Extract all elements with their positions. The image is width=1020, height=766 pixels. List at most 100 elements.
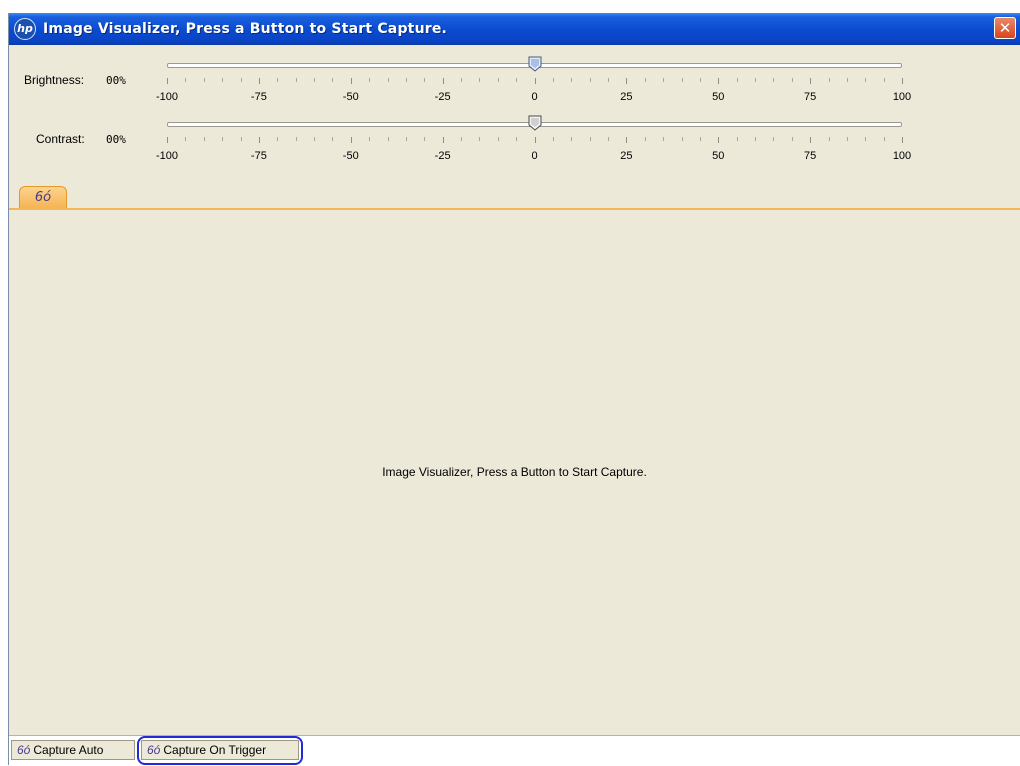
slider-tick bbox=[718, 78, 720, 84]
slider-tick bbox=[736, 137, 738, 141]
slider-tick-label: -25 bbox=[434, 150, 451, 162]
slider-tick bbox=[369, 78, 371, 82]
slider-tick bbox=[277, 78, 279, 82]
slider-tick bbox=[167, 137, 168, 143]
slider-tick bbox=[828, 137, 830, 141]
slider-tick bbox=[571, 137, 573, 141]
slider-tick bbox=[589, 137, 591, 141]
slider-tick bbox=[589, 78, 591, 82]
slider-tick bbox=[626, 137, 628, 143]
slider-tick-label: 75 bbox=[804, 150, 817, 162]
slider-tick bbox=[626, 78, 628, 84]
slider-tick bbox=[810, 78, 812, 84]
slider-tick bbox=[755, 137, 756, 141]
slider-tick bbox=[405, 78, 407, 82]
slider-tick bbox=[185, 137, 187, 141]
contrast-value: 00% bbox=[106, 133, 126, 146]
slider-tick bbox=[681, 78, 683, 82]
slider-tick-label: -75 bbox=[250, 91, 267, 103]
slider-tick bbox=[405, 137, 407, 141]
slider-tick bbox=[442, 78, 444, 84]
slider-tick-label: 100 bbox=[892, 150, 912, 162]
slider-tick-label: 0 bbox=[531, 91, 538, 103]
slider-tick bbox=[369, 137, 371, 141]
slider-tick bbox=[681, 137, 683, 141]
slider-tick bbox=[350, 78, 352, 84]
slider-tick bbox=[222, 137, 224, 141]
close-button[interactable]: ✕ bbox=[994, 17, 1016, 39]
slider-tick bbox=[534, 137, 536, 143]
slider-tick bbox=[461, 137, 462, 141]
slider-tick bbox=[185, 78, 187, 82]
slider-tick bbox=[608, 137, 609, 141]
contrast-label: Contrast: bbox=[36, 132, 85, 146]
slider-tick bbox=[718, 137, 720, 143]
slider-tick bbox=[167, 78, 168, 84]
slider-tick bbox=[258, 137, 260, 143]
app-window: hp Image Visualizer, Press a Button to S… bbox=[8, 13, 1020, 766]
bottom-tab-bar: 6ó Capture Auto 6ó Capture On Trigger bbox=[9, 735, 1020, 766]
slider-tick bbox=[516, 78, 518, 82]
slider-tick bbox=[258, 78, 260, 84]
slider-tick bbox=[387, 78, 389, 82]
slider-tick bbox=[332, 78, 334, 82]
slider-tick bbox=[571, 78, 573, 82]
slider-tick bbox=[644, 78, 646, 82]
slider-tick bbox=[846, 78, 848, 82]
contrast-ticks bbox=[167, 137, 903, 143]
slider-tick bbox=[479, 78, 481, 82]
slider-tick bbox=[552, 78, 554, 82]
slider-tick-label: -50 bbox=[342, 91, 359, 103]
slider-tick-label: -75 bbox=[250, 150, 267, 162]
glasses-icon: 6ó bbox=[34, 190, 52, 205]
contrast-slider-thumb[interactable] bbox=[528, 115, 542, 131]
slider-tick bbox=[883, 137, 885, 141]
slider-tick-label: -100 bbox=[155, 150, 179, 162]
slider-tick bbox=[516, 137, 518, 141]
slider-tick-label: 25 bbox=[620, 150, 633, 162]
slider-tick-label: 0 bbox=[531, 150, 538, 162]
viewer-tab[interactable]: 6ó bbox=[19, 186, 67, 208]
slider-tick bbox=[222, 78, 224, 82]
slider-tick-label: -100 bbox=[155, 91, 179, 103]
capture-auto-tab[interactable]: 6ó Capture Auto bbox=[11, 740, 135, 760]
slider-tick-label: 50 bbox=[712, 91, 725, 103]
capture-auto-label: Capture Auto bbox=[33, 743, 104, 757]
slider-tick bbox=[846, 137, 848, 141]
slider-tick bbox=[277, 137, 279, 141]
slider-tick bbox=[479, 137, 481, 141]
viewer-message: Image Visualizer, Press a Button to Star… bbox=[382, 465, 647, 479]
slider-tick bbox=[755, 78, 756, 82]
slider-tick-label: 75 bbox=[804, 91, 817, 103]
slider-tick bbox=[699, 78, 701, 82]
slider-tick bbox=[663, 137, 665, 141]
slider-tick bbox=[350, 137, 352, 143]
selection-highlight bbox=[137, 736, 303, 765]
slider-tick-label: -50 bbox=[342, 150, 359, 162]
slider-tick bbox=[332, 137, 334, 141]
slider-tick bbox=[865, 78, 867, 82]
slider-tick bbox=[295, 78, 297, 82]
slider-tick bbox=[902, 78, 903, 84]
slider-tick bbox=[442, 137, 444, 143]
slider-tick-label: -25 bbox=[434, 91, 451, 103]
slider-tick bbox=[773, 137, 775, 141]
title-bar: hp Image Visualizer, Press a Button to S… bbox=[9, 13, 1020, 45]
brightness-label: Brightness: bbox=[24, 73, 85, 87]
slider-tick bbox=[791, 78, 793, 82]
slider-tick-label: 100 bbox=[892, 91, 912, 103]
glasses-icon: 6ó bbox=[17, 743, 31, 757]
slider-tick bbox=[387, 137, 389, 141]
slider-tick bbox=[902, 137, 903, 143]
brightness-value: 00% bbox=[106, 74, 126, 87]
brightness-slider-thumb[interactable] bbox=[528, 56, 542, 72]
slider-tick bbox=[424, 78, 426, 82]
slider-tick bbox=[240, 78, 242, 82]
slider-tick bbox=[295, 137, 297, 141]
slider-tick bbox=[810, 137, 812, 143]
slider-tick bbox=[461, 78, 462, 82]
slider-tick bbox=[314, 78, 315, 82]
slider-tick bbox=[497, 78, 499, 82]
slider-tick-label: 25 bbox=[620, 91, 633, 103]
slider-tick bbox=[314, 137, 315, 141]
